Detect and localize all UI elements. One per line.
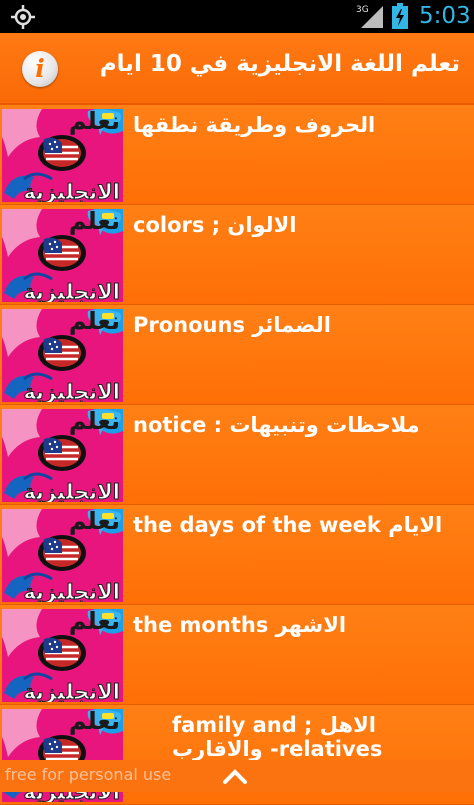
gps-icon <box>11 5 35 29</box>
thumbnail-top-text: نعلم <box>69 709 120 735</box>
lesson-thumbnail: نعلم الانجليزية <box>2 609 123 702</box>
list-item-label: colors ; الالوان <box>133 213 297 237</box>
list-item-label: Pronouns الضمائر <box>133 313 331 337</box>
status-bar: 3G 5:03 <box>0 0 474 33</box>
thumbnail-bottom-text: الانجليزية <box>23 580 120 602</box>
thumbnail-top-text: نعلم <box>69 609 120 635</box>
list-item-label: الحروف وطريقة نطقها <box>133 113 376 137</box>
list-item-label: the months الاشهر <box>133 613 347 637</box>
list-item-4[interactable]: نعلم الانجليزية notice : ملاحظات وتنبيها… <box>0 405 474 505</box>
app-title: تعلم اللغة الانجليزية في 10 ايام <box>99 51 460 77</box>
list-item-6[interactable]: نعلم الانجليزية the months الاشهر <box>0 605 474 705</box>
thumbnail-top-text: نعلم <box>69 209 120 235</box>
action-bar: i تعلم اللغة الانجليزية في 10 ايام <box>0 33 474 105</box>
lesson-thumbnail: نعلم الانجليزية <box>2 409 123 502</box>
lesson-thumbnail: نعلم الانجليزية <box>2 209 123 302</box>
thumbnail-top-text: نعلم <box>69 109 120 135</box>
battery-charging-icon <box>392 3 408 29</box>
list-item-2[interactable]: نعلم الانجليزية colors ; الالوان <box>0 205 474 305</box>
lesson-list: نعلم الانجليزية الحروف وطريقة نطقها نعلم <box>0 105 474 805</box>
network-type-label: 3G <box>356 5 369 15</box>
thumbnail-bottom-text: الانجليزية <box>23 280 120 302</box>
list-item-3[interactable]: نعلم الانجليزية Pronouns الضمائر <box>0 305 474 405</box>
lesson-thumbnail: نعلم الانجليزية <box>2 109 123 202</box>
list-item-1[interactable]: نعلم الانجليزية الحروف وطريقة نطقها <box>0 105 474 205</box>
thumbnail-bottom-text: الانجليزية <box>23 480 120 502</box>
clock: 5:03 <box>419 3 471 29</box>
signal-icon: 3G <box>356 5 383 28</box>
lesson-thumbnail: نعلم الانجليزية <box>2 509 123 602</box>
thumbnail-bottom-text: الانجليزية <box>23 380 120 402</box>
list-item-label: notice : ملاحظات وتنبيهات <box>133 413 420 437</box>
thumbnail-bottom-text: الانجليزية <box>23 180 120 202</box>
chevron-up-icon[interactable] <box>222 768 248 784</box>
info-icon[interactable]: i <box>22 51 58 87</box>
list-item-5[interactable]: نعلم الانجليزية the days of the week الا… <box>0 505 474 605</box>
list-item-label: family and ; الاهل والاقارب -relatives <box>172 713 383 761</box>
lesson-thumbnail: نعلم الانجليزية <box>2 309 123 402</box>
list-item-label: the days of the week الايام <box>133 513 443 537</box>
thumbnail-top-text: نعلم <box>69 309 120 335</box>
thumbnail-top-text: نعلم <box>69 409 120 435</box>
watermark-text: free for personal use <box>5 765 172 784</box>
thumbnail-bottom-text: الانجليزية <box>23 680 120 702</box>
thumbnail-top-text: نعلم <box>69 509 120 535</box>
